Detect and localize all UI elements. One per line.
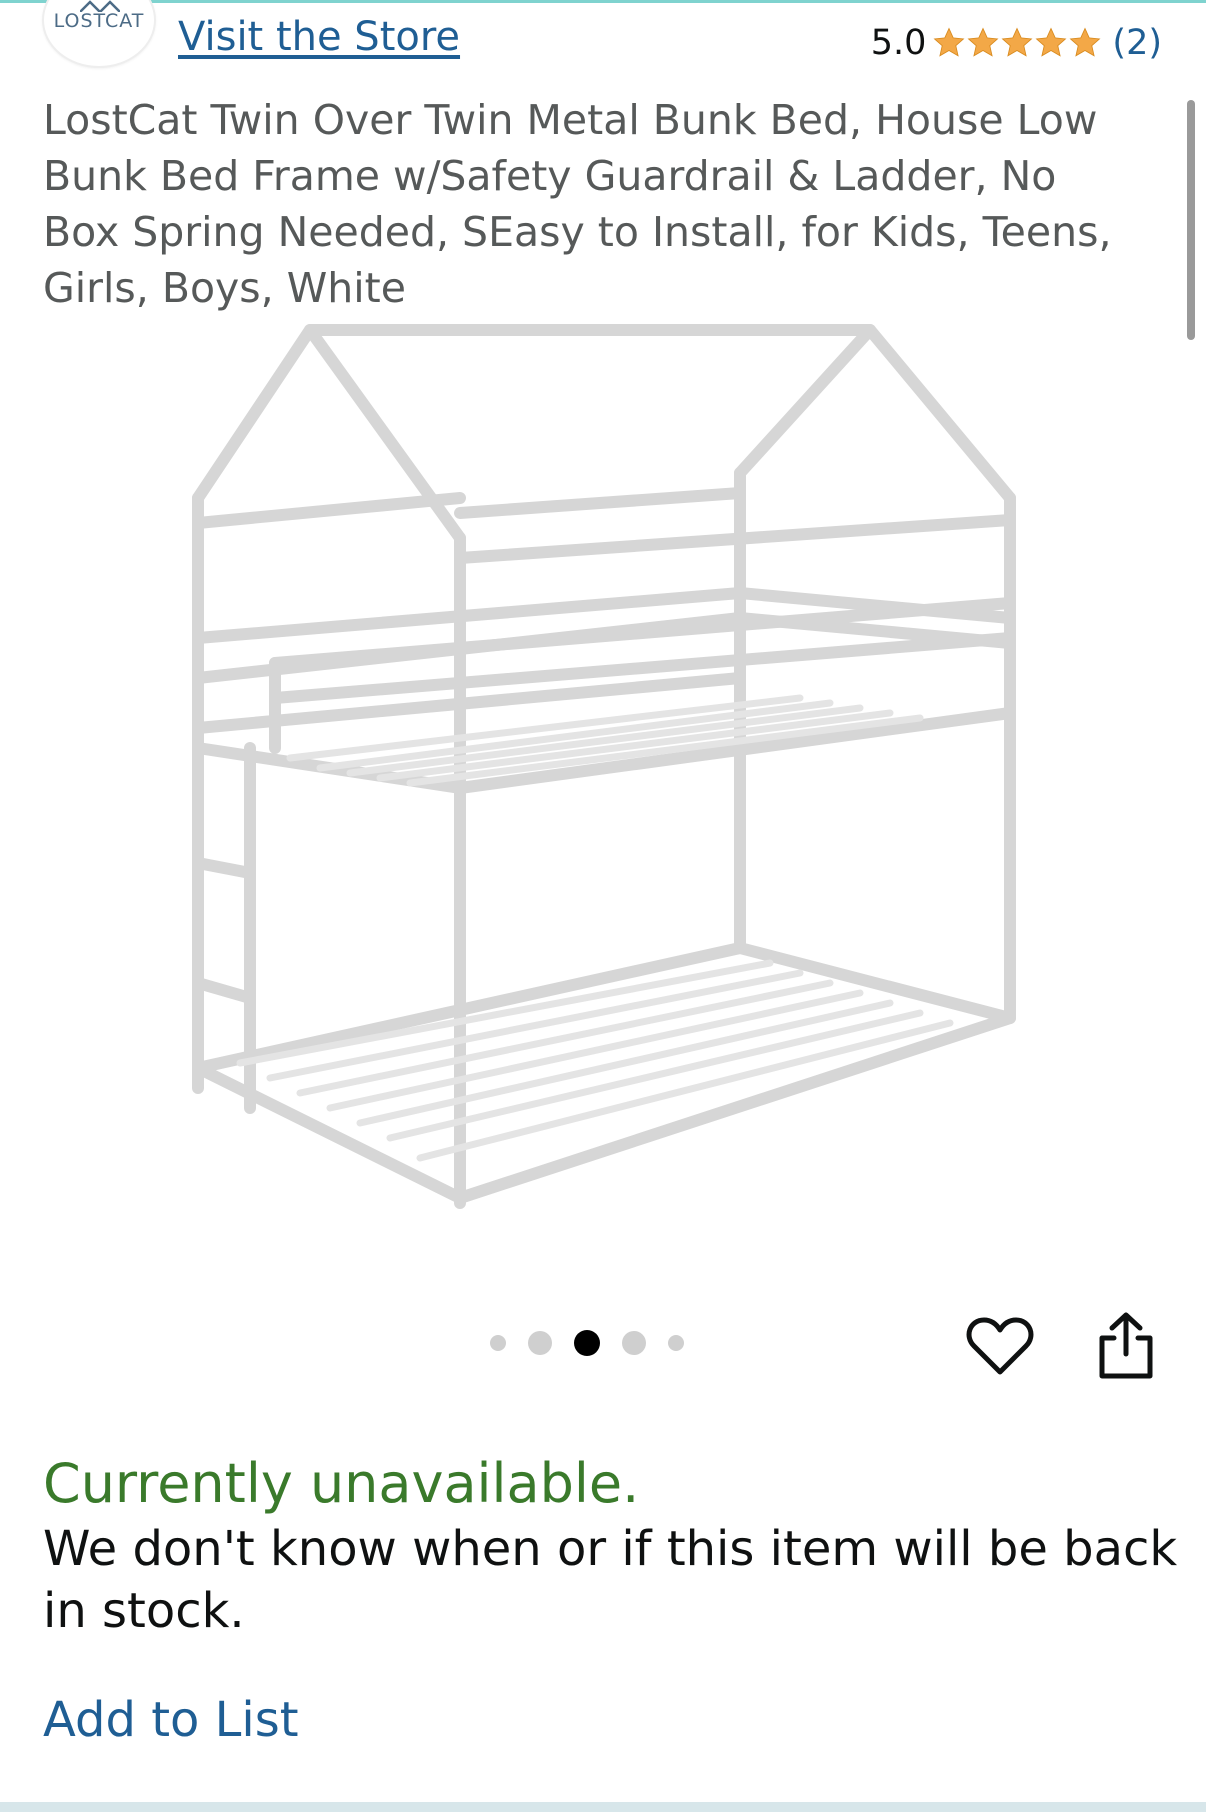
heart-icon[interactable] (966, 1314, 1034, 1378)
rating-summary[interactable]: 5.0 (2) (871, 20, 1162, 66)
stock-message: We don't know when or if this item will … (43, 1521, 1178, 1639)
brand-logo-text: LOSTCAT (53, 10, 145, 32)
top-accent-line (0, 0, 1206, 3)
rating-value: 5.0 (870, 23, 927, 63)
availability-status: Currently unavailable. (43, 1452, 640, 1515)
star-icon (1001, 27, 1033, 57)
star-icon (1069, 27, 1101, 57)
add-to-list-link[interactable]: Add to List (43, 1692, 299, 1748)
star-icon (1035, 27, 1067, 57)
visit-store-link[interactable]: Visit the Store (178, 14, 460, 60)
share-icon[interactable] (1094, 1310, 1158, 1382)
product-image[interactable] (180, 318, 1020, 1238)
carousel-dot[interactable] (490, 1335, 506, 1351)
brand-logo[interactable]: LOSTCAT (42, 0, 156, 68)
star-rating (932, 26, 1102, 60)
star-icon (933, 27, 965, 57)
carousel-dot-active[interactable] (574, 1330, 600, 1356)
carousel-dot[interactable] (528, 1331, 552, 1355)
bottom-divider (0, 1802, 1206, 1812)
scrollbar-thumb[interactable] (1187, 100, 1195, 340)
product-title: LostCat Twin Over Twin Metal Bunk Bed, H… (43, 96, 1112, 312)
review-count-link[interactable]: (2) (1112, 23, 1162, 63)
carousel-dot[interactable] (668, 1335, 684, 1351)
star-icon (967, 27, 999, 57)
carousel-indicators (490, 1330, 684, 1356)
carousel-dot[interactable] (622, 1331, 646, 1355)
